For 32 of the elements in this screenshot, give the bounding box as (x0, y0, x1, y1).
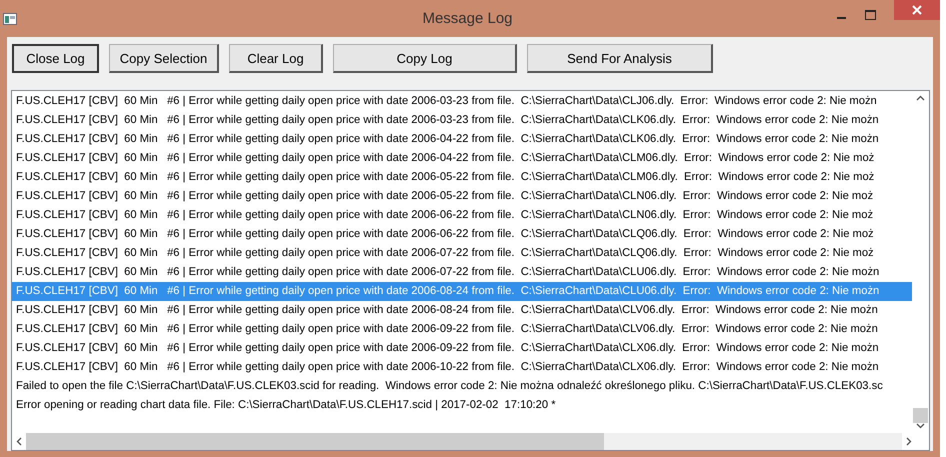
toolbar-button[interactable]: Send For Analysis (527, 44, 713, 73)
scroll-down-icon[interactable] (916, 423, 925, 429)
toolbar-button[interactable]: Copy Selection (109, 44, 219, 73)
close-icon (912, 5, 922, 15)
log-entry[interactable]: F.US.CLEH17 [CBV] 60 Min #6 | Error while getting daily open price with date 2006-07-22 from file. C:\SierraChart\Data\CLQ06.dly. Error: Windows error code 2: Nie moż (12, 244, 874, 263)
log-entry[interactable]: F.US.CLEH17 [CBV] 60 Min #6 | Error while getting daily open price with date 2006-04-22 from file. C:\SierraChart\Data\CLK06.dly. Error: Windows error code 2: Nie możn (12, 130, 879, 149)
toolbar-button[interactable]: Close Log (12, 44, 99, 73)
log-entry[interactable]: F.US.CLEH17 [CBV] 60 Min #6 | Error while getting daily open price with date 2006-08-24 from file. C:\SierraChart\Data\CLV06.dly. Error: Windows error code 2: Nie możn (12, 301, 878, 320)
log-entry[interactable]: Failed to open the file C:\SierraChart\Data\F.US.CLEK03.scid for reading. Windows error code 2: Nie można odnaleźć określonego pliku. C:\SierraChart\Data\F.US.CLEK03.sc (12, 377, 883, 396)
log-entry[interactable]: F.US.CLEH17 [CBV] 60 Min #6 | Error while getting daily open price with date 2006-09-22 from file. C:\SierraChart\Data\CLX06.dly. Error: Windows error code 2: Nie możn (12, 339, 879, 358)
scroll-thumb[interactable] (26, 433, 604, 450)
scroll-left-icon[interactable] (16, 437, 22, 446)
log-entry[interactable]: F.US.CLEH17 [CBV] 60 Min #6 | Error while getting daily open price with date 2006-10-22 from file. C:\SierraChart\Data\CLX06.dly. Error: Windows error code 2: Nie możn (12, 358, 879, 377)
window-title: Message Log (422, 10, 513, 27)
scroll-thumb[interactable] (913, 408, 928, 423)
scroll-up-icon[interactable] (916, 95, 925, 101)
log-entry[interactable]: F.US.CLEH17 [CBV] 60 Min #6 | Error while getting daily open price with date 2006-06-22 from file. C:\SierraChart\Data\CLQ06.dly. Error: Windows error code 2: Nie moż (12, 225, 874, 244)
log-entry[interactable]: F.US.CLEH17 [CBV] 60 Min #6 | Error while getting daily open price with date 2006-03-23 from file. C:\SierraChart\Data\CLK06.dly. Error: Windows error code 2: Nie możn (12, 111, 879, 130)
log-entry[interactable]: F.US.CLEH17 [CBV] 60 Min #6 | Error while getting daily open price with date 2006-03-23 from file. C:\SierraChart\Data\CLJ06.dly. Error: Windows error code 2: Nie możn (12, 92, 877, 111)
toolbar-button[interactable]: Clear Log (229, 44, 323, 73)
log-entry[interactable]: F.US.CLEH17 [CBV] 60 Min #6 | Error while getting daily open price with date 2006-06-22 from file. C:\SierraChart\Data\CLN06.dly. Error: Windows error code 2: Nie moż (12, 206, 874, 225)
log-entry[interactable]: F.US.CLEH17 [CBV] 60 Min #6 | Error while getting daily open price with date 2006-07-22 from file. C:\SierraChart\Data\CLU06.dly. Error: Windows error code 2: Nie możn (12, 263, 880, 282)
log-entry[interactable]: F.US.CLEH17 [CBV] 60 Min #6 | Error while getting daily open price with date 2006-09-22 from file. C:\SierraChart\Data\CLV06.dly. Error: Windows error code 2: Nie możn (12, 320, 878, 339)
log-entry[interactable]: F.US.CLEH17 [CBV] 60 Min #6 | Error while getting daily open price with date 2006-05-22 from file. C:\SierraChart\Data\CLN06.dly. Error: Windows error code 2: Nie moż (12, 187, 874, 206)
log-entry[interactable]: Error opening or reading chart data file. File: C:\SierraChart\Data\F.US.CLEH17.scid | 2017-02-02 17:10:20 * (12, 396, 556, 415)
log-entry[interactable]: F.US.CLEH17 [CBV] 60 Min #6 | Error while getting daily open price with date 2006-05-22 from file. C:\SierraChart\Data\CLM06.dly. Error: Windows error code 2: Nie moż (12, 168, 874, 187)
log-entry[interactable]: F.US.CLEH17 [CBV] 60 Min #6 | Error while getting daily open price with date 2006-04-22 from file. C:\SierraChart\Data\CLM06.dly. Error: Windows error code 2: Nie moż (12, 149, 874, 168)
maximize-icon[interactable] (865, 10, 876, 20)
toolbar-button[interactable]: Copy Log (333, 44, 517, 73)
window-icon (3, 12, 17, 24)
scroll-right-icon[interactable] (906, 437, 912, 446)
close-button[interactable] (894, 0, 940, 20)
